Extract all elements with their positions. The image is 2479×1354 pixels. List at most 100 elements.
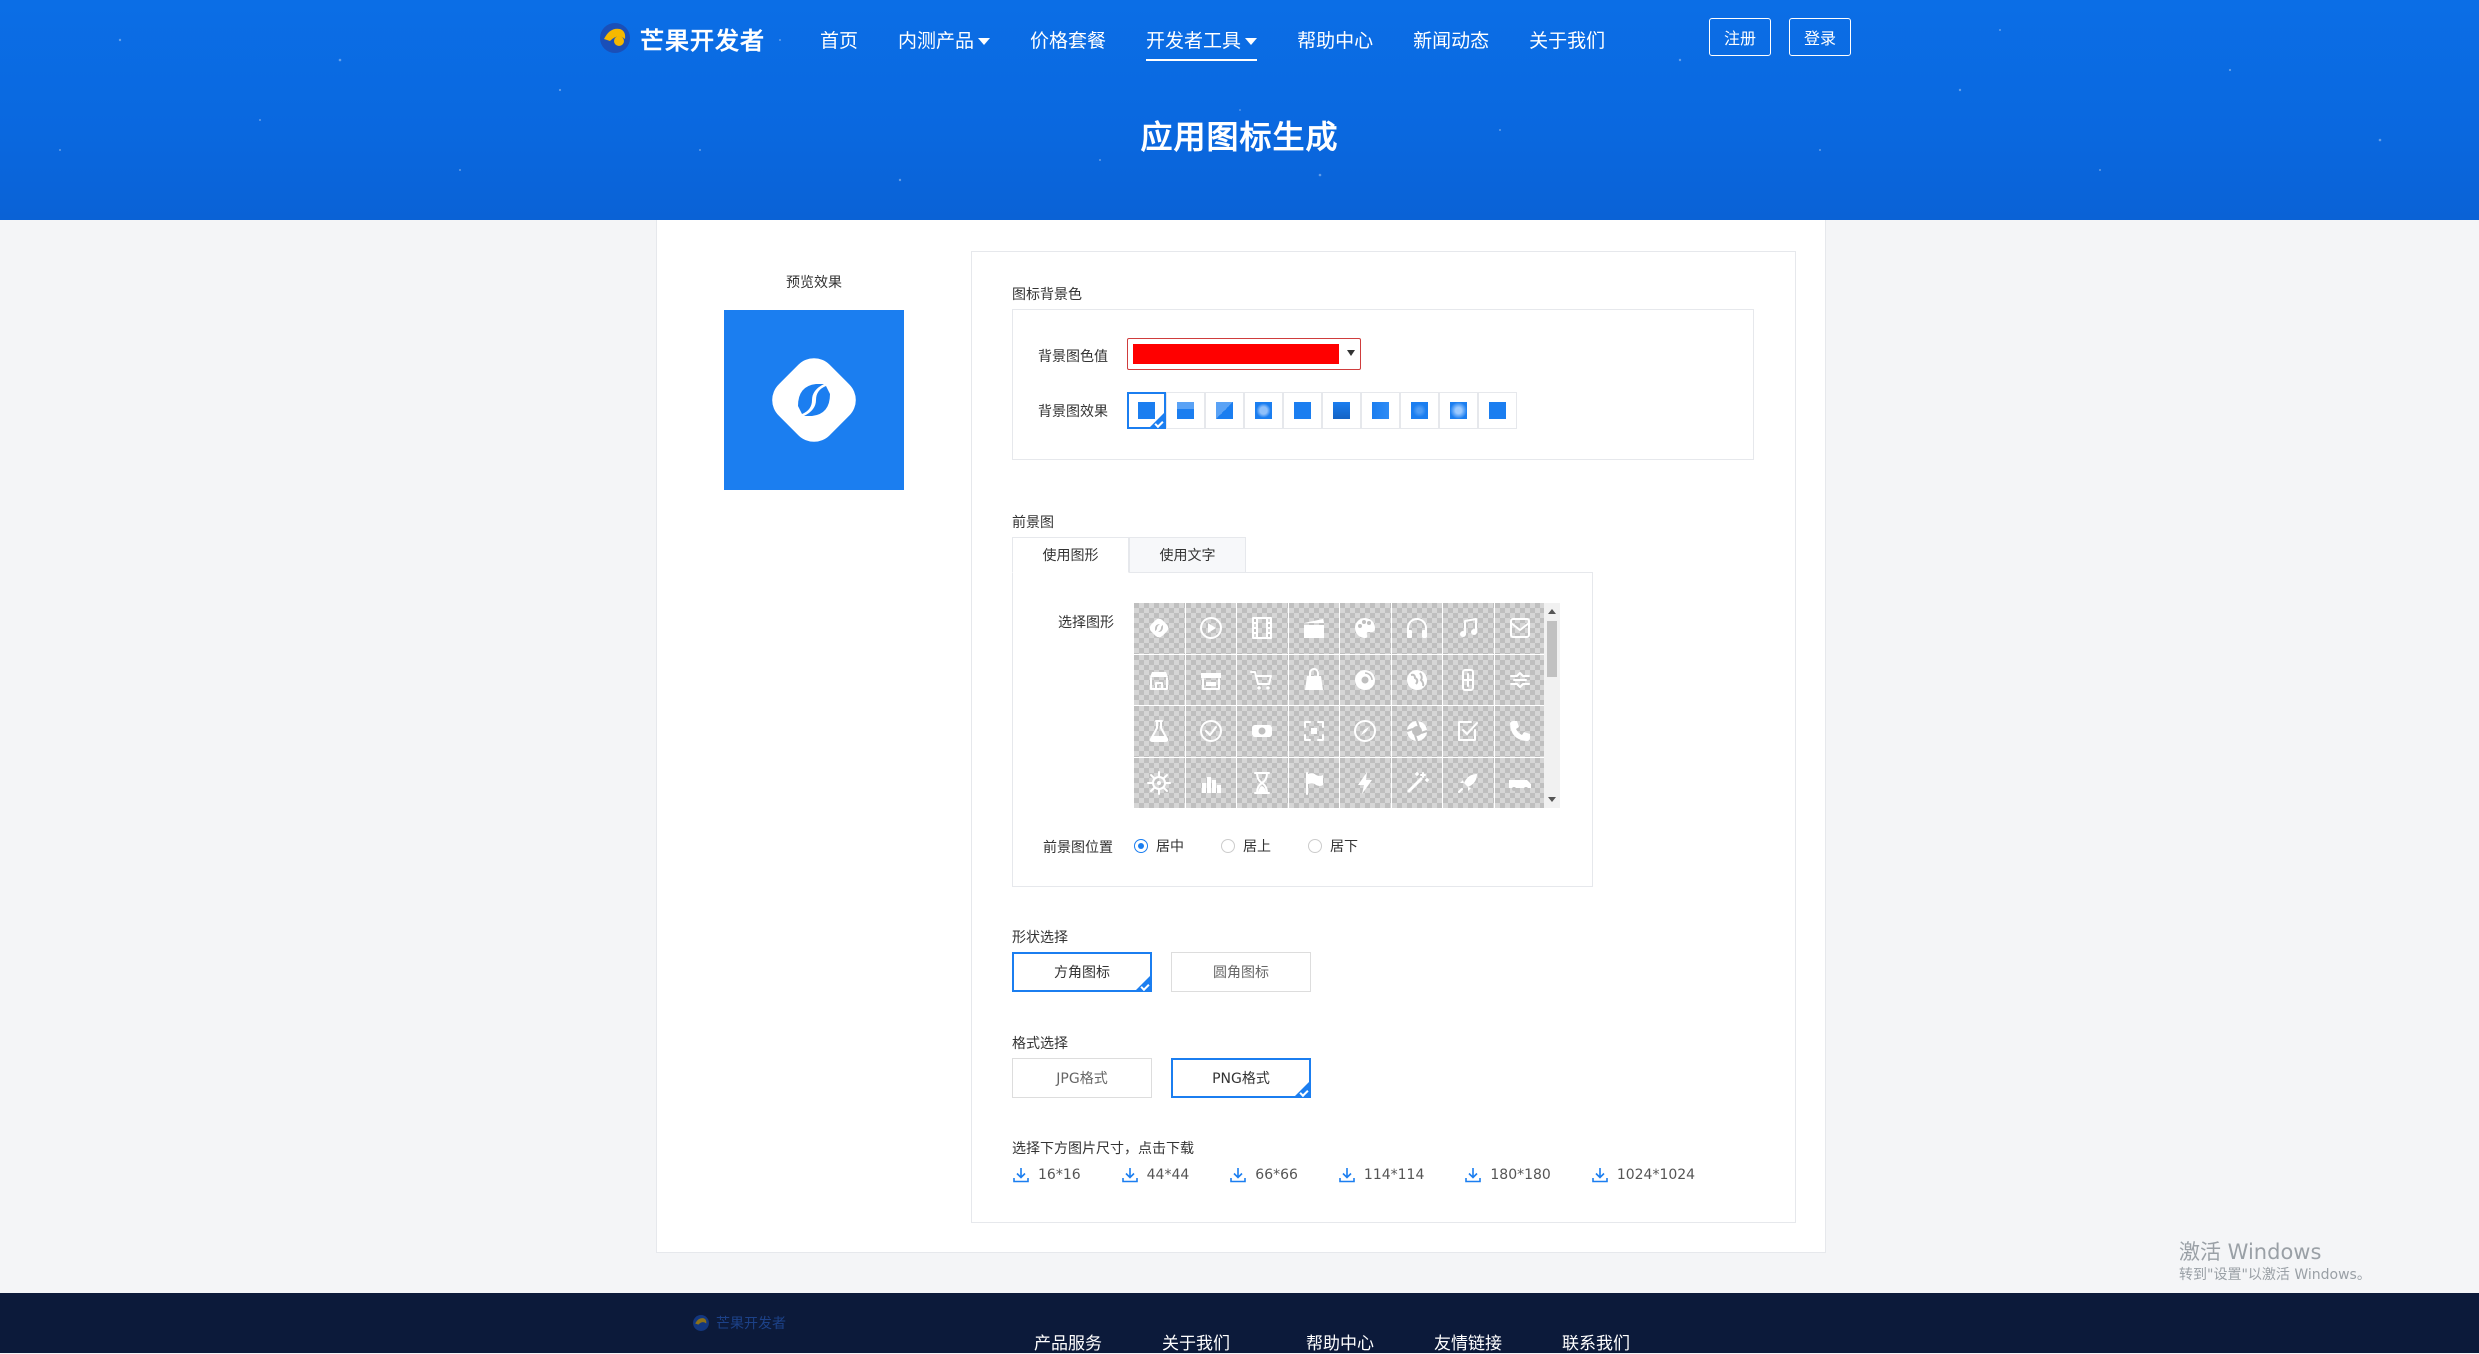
square-icon-option[interactable]: 方角图标 bbox=[1012, 952, 1152, 992]
nav-pricing[interactable]: 价格套餐 bbox=[1030, 26, 1106, 61]
png-format-option[interactable]: PNG格式 bbox=[1171, 1058, 1311, 1098]
shape-option[interactable] bbox=[1391, 706, 1443, 758]
download-114[interactable]: 114*114 bbox=[1338, 1166, 1424, 1184]
shape-option[interactable] bbox=[1340, 603, 1392, 655]
palette-icon bbox=[1355, 618, 1376, 639]
shape-option[interactable] bbox=[1340, 706, 1392, 758]
nav-label: 新闻动态 bbox=[1413, 30, 1490, 52]
shape-option[interactable] bbox=[1391, 654, 1443, 706]
register-button[interactable]: 注册 bbox=[1709, 18, 1772, 56]
fg-section-label: 前景图 bbox=[1012, 515, 1054, 531]
radio-center[interactable]: 居中 bbox=[1134, 836, 1221, 856]
fg-tabs: 使用图形 使用文字 bbox=[1012, 537, 1246, 573]
nav-label: 首页 bbox=[820, 30, 859, 52]
shape-option[interactable] bbox=[1185, 706, 1237, 758]
bg-effect-option[interactable] bbox=[1205, 392, 1244, 429]
shape-option[interactable] bbox=[1494, 603, 1546, 655]
rounded-icon-option[interactable]: 圆角图标 bbox=[1171, 952, 1311, 992]
shape-option[interactable] bbox=[1443, 706, 1495, 758]
shape-option[interactable] bbox=[1237, 706, 1289, 758]
site-logo[interactable]: 芒果开发者 bbox=[598, 18, 765, 58]
shape-option[interactable] bbox=[1443, 654, 1495, 706]
nav-home[interactable]: 首页 bbox=[820, 26, 858, 61]
shape-grid bbox=[1134, 603, 1562, 808]
windows-activation-title: 激活 Windows bbox=[2179, 1240, 2322, 1264]
shape-option[interactable] bbox=[1391, 603, 1443, 655]
bg-effect-option[interactable] bbox=[1283, 392, 1322, 429]
download-66[interactable]: 66*66 bbox=[1229, 1166, 1298, 1184]
jpg-format-option[interactable]: JPG格式 bbox=[1012, 1058, 1152, 1098]
download-16[interactable]: 16*16 bbox=[1012, 1166, 1081, 1184]
shape-option[interactable] bbox=[1185, 654, 1237, 706]
store-icon bbox=[1150, 671, 1169, 690]
shape-grid-scrollbar[interactable] bbox=[1544, 603, 1560, 808]
footer-link-contact[interactable]: 联系我们 bbox=[1562, 1329, 1630, 1354]
shape-option[interactable] bbox=[1237, 603, 1289, 655]
shape-option[interactable] bbox=[1288, 603, 1340, 655]
scroll-thumb[interactable] bbox=[1547, 621, 1557, 677]
bg-effect-option[interactable] bbox=[1127, 392, 1166, 429]
bg-section-label: 图标背景色 bbox=[1012, 287, 1082, 303]
shape-option[interactable] bbox=[1494, 757, 1546, 808]
nav-news[interactable]: 新闻动态 bbox=[1413, 26, 1489, 61]
radio-top[interactable]: 居上 bbox=[1221, 836, 1308, 856]
shape-option[interactable] bbox=[1288, 654, 1340, 706]
footer-link-about[interactable]: 关于我们 bbox=[1162, 1329, 1230, 1354]
scroll-down-icon[interactable] bbox=[1548, 797, 1556, 802]
shape-option[interactable] bbox=[1134, 603, 1186, 655]
shape-option[interactable] bbox=[1288, 706, 1340, 758]
shape-option[interactable] bbox=[1288, 757, 1340, 808]
focus-icon bbox=[1303, 721, 1324, 742]
shape-option[interactable] bbox=[1494, 706, 1546, 758]
tab-use-text[interactable]: 使用文字 bbox=[1129, 537, 1246, 573]
nav-help-center[interactable]: 帮助中心 bbox=[1297, 26, 1373, 61]
nav-about[interactable]: 关于我们 bbox=[1529, 26, 1605, 61]
nav-label: 内测产品 bbox=[898, 30, 975, 52]
shape-option[interactable] bbox=[1237, 757, 1289, 808]
bg-effect-option[interactable] bbox=[1322, 392, 1361, 429]
nav-beta-products[interactable]: 内测产品 bbox=[898, 26, 991, 61]
shape-option[interactable] bbox=[1237, 654, 1289, 706]
shape-option[interactable] bbox=[1340, 757, 1392, 808]
shape-option[interactable] bbox=[1391, 757, 1443, 808]
shape-option[interactable] bbox=[1134, 706, 1186, 758]
shape-option[interactable] bbox=[1340, 654, 1392, 706]
footer-link-friends[interactable]: 友情链接 bbox=[1434, 1329, 1502, 1354]
option-label: JPG格式 bbox=[1056, 1071, 1108, 1087]
radio-bottom[interactable]: 居下 bbox=[1308, 836, 1395, 856]
tab-use-shape[interactable]: 使用图形 bbox=[1012, 537, 1129, 573]
bg-effect-option[interactable] bbox=[1244, 392, 1283, 429]
login-button[interactable]: 登录 bbox=[1789, 18, 1852, 56]
footer-logo[interactable]: 芒果开发者 bbox=[692, 1313, 786, 1333]
nav-label: 帮助中心 bbox=[1297, 30, 1374, 52]
shape-option[interactable] bbox=[1443, 757, 1495, 808]
download-1024[interactable]: 1024*1024 bbox=[1591, 1166, 1695, 1184]
bg-effect-option[interactable] bbox=[1400, 392, 1439, 429]
bg-effect-option[interactable] bbox=[1439, 392, 1478, 429]
bg-effect-option[interactable] bbox=[1361, 392, 1400, 429]
shape-option[interactable] bbox=[1185, 757, 1237, 808]
bg-effect-option[interactable] bbox=[1166, 392, 1205, 429]
download-44[interactable]: 44*44 bbox=[1121, 1166, 1189, 1184]
page-title: 应用图标生成 bbox=[1140, 118, 1339, 156]
logo-icon bbox=[600, 23, 630, 53]
shape-option[interactable] bbox=[1185, 603, 1237, 655]
bg-color-picker[interactable] bbox=[1127, 338, 1361, 370]
fg-position-label: 前景图位置 bbox=[1043, 840, 1113, 856]
shape-option[interactable] bbox=[1134, 757, 1186, 808]
bg-effect-option[interactable] bbox=[1478, 392, 1517, 429]
shape-section-label: 形状选择 bbox=[1012, 930, 1068, 946]
download-180[interactable]: 180*180 bbox=[1464, 1166, 1551, 1184]
shape-option[interactable] bbox=[1443, 603, 1495, 655]
gear-icon bbox=[1147, 770, 1172, 795]
nav-developer-tools[interactable]: 开发者工具 bbox=[1146, 26, 1258, 61]
shape-option[interactable] bbox=[1494, 654, 1546, 706]
preview-label: 预览效果 bbox=[786, 275, 842, 291]
header-hero: 芒果开发者 首页 内测产品 价格套餐 开发者工具 帮助中心 新闻动态 关于我们 … bbox=[0, 0, 2479, 220]
radio-label: 居中 bbox=[1156, 839, 1184, 855]
shape-option[interactable] bbox=[1134, 654, 1186, 706]
footer-link-help[interactable]: 帮助中心 bbox=[1306, 1329, 1374, 1354]
footer-link-products[interactable]: 产品服务 bbox=[1034, 1329, 1102, 1354]
scroll-up-icon[interactable] bbox=[1548, 609, 1556, 614]
hourglass-icon bbox=[1254, 771, 1271, 794]
